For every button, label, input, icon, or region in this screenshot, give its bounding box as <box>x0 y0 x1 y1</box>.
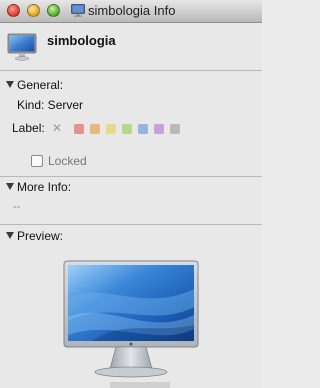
resize-handle[interactable] <box>110 382 170 388</box>
general-disclosure[interactable]: General: <box>6 78 63 92</box>
label-color-swatch[interactable] <box>138 124 148 134</box>
section-divider <box>0 70 262 71</box>
more-info-disclosure[interactable]: More Info: <box>6 180 71 194</box>
item-name: simbologia <box>47 33 116 48</box>
label-caption: Label: <box>12 121 45 135</box>
title-bar[interactable]: simbologia Info <box>0 0 262 23</box>
label-color-swatch[interactable] <box>74 124 84 134</box>
label-color-swatch[interactable] <box>90 124 100 134</box>
label-color-swatch[interactable] <box>122 124 132 134</box>
locked-label: Locked <box>48 154 87 168</box>
label-color-swatch[interactable] <box>106 124 116 134</box>
general-heading: General: <box>17 78 64 92</box>
preview-heading: Preview: <box>17 229 64 243</box>
info-window: simbologia Info simbologia General: Kind… <box>0 0 262 388</box>
display-icon <box>71 4 85 17</box>
disclosure-triangle-icon[interactable] <box>6 81 14 88</box>
display-icon <box>7 33 37 61</box>
zoom-button[interactable] <box>47 4 60 17</box>
minimize-button[interactable] <box>27 4 40 17</box>
section-divider <box>0 224 262 225</box>
label-color-swatch[interactable] <box>170 124 180 134</box>
window-title: simbologia Info <box>88 3 176 18</box>
label-none-icon[interactable]: ✕ <box>52 121 62 135</box>
info-header: simbologia <box>0 23 262 69</box>
cinema-display-icon <box>63 260 199 378</box>
close-button[interactable] <box>7 4 20 17</box>
more-info-value: -- <box>13 201 21 213</box>
label-color-swatch[interactable] <box>154 124 164 134</box>
more-info-heading: More Info: <box>17 180 72 194</box>
disclosure-triangle-icon[interactable] <box>6 183 14 190</box>
preview-disclosure[interactable]: Preview: <box>6 229 63 243</box>
section-divider <box>0 176 262 177</box>
disclosure-triangle-icon[interactable] <box>6 232 14 239</box>
kind-row: Kind: Server <box>17 98 84 112</box>
locked-checkbox[interactable] <box>31 155 43 167</box>
